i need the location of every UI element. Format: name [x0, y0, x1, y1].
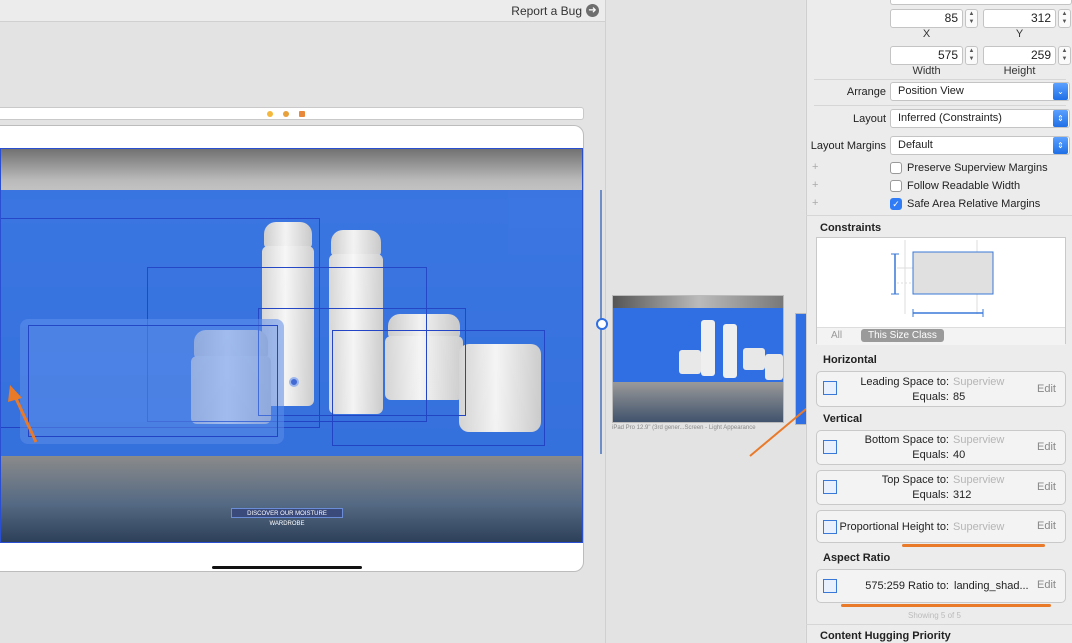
- tab-all[interactable]: All: [831, 330, 842, 341]
- annotation-arrow-left: [12, 393, 38, 443]
- safe-area-checkbox[interactable]: ✓: [890, 198, 902, 210]
- constraints-title: Constraints: [820, 222, 882, 234]
- x-field[interactable]: 85: [890, 9, 963, 28]
- annotation-underline: [902, 544, 1045, 547]
- arrange-value: Position View: [898, 85, 964, 97]
- height-label: Height: [1003, 65, 1036, 77]
- layout-margins-value: Default: [898, 139, 933, 151]
- layout-value: Inferred (Constraints): [898, 112, 1002, 124]
- constraints-diagram[interactable]: All This Size Class: [816, 237, 1066, 345]
- bottom-constraint-card[interactable]: Bottom Space to: Superview Equals: 40 Ed…: [816, 430, 1066, 465]
- preserve-margins-label: Preserve Superview Margins: [907, 162, 1048, 174]
- layout-margins-label: Layout Margins: [810, 140, 886, 152]
- leading-space-icon: [823, 381, 837, 395]
- content-hugging-title: Content Hugging Priority: [820, 630, 951, 642]
- top-label: Top Space to:: [881, 474, 949, 486]
- bottom-target: Superview: [953, 434, 1005, 446]
- separator: [806, 624, 1072, 625]
- y-field[interactable]: 312: [983, 9, 1056, 28]
- bottom-equals-value: 40: [953, 449, 966, 461]
- arrange-popup[interactable]: Position View ⌄: [890, 82, 1070, 101]
- top-constraint-card[interactable]: Top Space to: Superview Equals: 312 Edit: [816, 470, 1066, 505]
- leading-equals-value: 85: [953, 391, 966, 403]
- x-stepper[interactable]: ▲ ▼: [965, 9, 978, 28]
- layout-label: Layout: [852, 113, 886, 125]
- aspect-ratio-title: Aspect Ratio: [823, 552, 891, 564]
- ratio-target: landing_shad...: [954, 580, 1029, 592]
- y-stepper[interactable]: ▲ ▼: [1058, 9, 1071, 28]
- layout-popup[interactable]: Inferred (Constraints) ⇕: [890, 109, 1070, 128]
- edit-button[interactable]: Edit: [1037, 383, 1056, 395]
- bottom-space-icon: [823, 440, 837, 454]
- showing-count: Showing 5 of 5: [908, 611, 961, 620]
- edit-button[interactable]: Edit: [1037, 520, 1056, 532]
- proportional-target: Superview: [953, 521, 1005, 533]
- ratio-label: 575:259 Ratio to:: [865, 580, 949, 592]
- height-stepper[interactable]: ▲ ▼: [1058, 46, 1071, 65]
- arrange-label: Arrange: [846, 86, 886, 98]
- tab-this-size-class[interactable]: This Size Class: [861, 329, 944, 342]
- edit-button[interactable]: Edit: [1037, 441, 1056, 453]
- top-equals-value: 312: [953, 489, 972, 501]
- layout-margins-popup[interactable]: Default ⇕: [890, 136, 1070, 155]
- y-label: Y: [1015, 28, 1024, 40]
- width-stepper[interactable]: ▲ ▼: [965, 46, 978, 65]
- chevron-down-icon: ⌄: [1053, 83, 1068, 100]
- top-popup-fragment[interactable]: [890, 0, 1072, 5]
- chevron-updown-icon: ⇕: [1053, 110, 1068, 127]
- safe-area-label: Safe Area Relative Margins: [907, 198, 1041, 210]
- vertical-title: Vertical: [823, 413, 863, 425]
- top-space-icon: [823, 480, 837, 494]
- edit-button[interactable]: Edit: [1037, 579, 1056, 591]
- height-field[interactable]: 259: [983, 46, 1056, 65]
- plus-icon[interactable]: +: [812, 179, 818, 191]
- preserve-margins-checkbox[interactable]: [890, 162, 902, 174]
- horizontal-title: Horizontal: [823, 354, 877, 366]
- top-equals-label: Equals:: [912, 489, 949, 501]
- width-field[interactable]: 575: [890, 46, 963, 65]
- size-class-tabs: All This Size Class: [817, 327, 1065, 345]
- separator: [814, 79, 1066, 80]
- proportional-height-card[interactable]: Proportional Height to: Superview Edit: [816, 510, 1066, 543]
- chevron-updown-icon: ⇕: [1053, 137, 1068, 154]
- separator: [806, 215, 1072, 216]
- bottom-equals-label: Equals:: [912, 449, 949, 461]
- leading-equals-label: Equals:: [912, 391, 949, 403]
- aspect-ratio-icon: [823, 579, 837, 593]
- leading-constraint-card[interactable]: Leading Space to: Superview Equals: 85 E…: [816, 371, 1066, 407]
- bottom-label: Bottom Space to:: [864, 434, 949, 446]
- separator: [814, 105, 1066, 106]
- readable-width-checkbox[interactable]: [890, 180, 902, 192]
- edit-button[interactable]: Edit: [1037, 481, 1056, 493]
- width-label: Width: [912, 65, 941, 77]
- aspect-ratio-card[interactable]: 575:259 Ratio to: landing_shad... Edit: [816, 569, 1066, 603]
- proportional-label: Proportional Height to:: [839, 521, 949, 533]
- top-target: Superview: [953, 474, 1005, 486]
- annotation-arrow-head: [8, 385, 22, 402]
- readable-width-label: Follow Readable Width: [907, 180, 1021, 192]
- x-label: X: [922, 28, 931, 40]
- leading-target: Superview: [953, 376, 1005, 388]
- annotation-underline: [841, 604, 1051, 607]
- leading-label: Leading Space to:: [860, 376, 949, 388]
- plus-icon[interactable]: +: [812, 161, 818, 173]
- plus-icon[interactable]: +: [812, 197, 818, 209]
